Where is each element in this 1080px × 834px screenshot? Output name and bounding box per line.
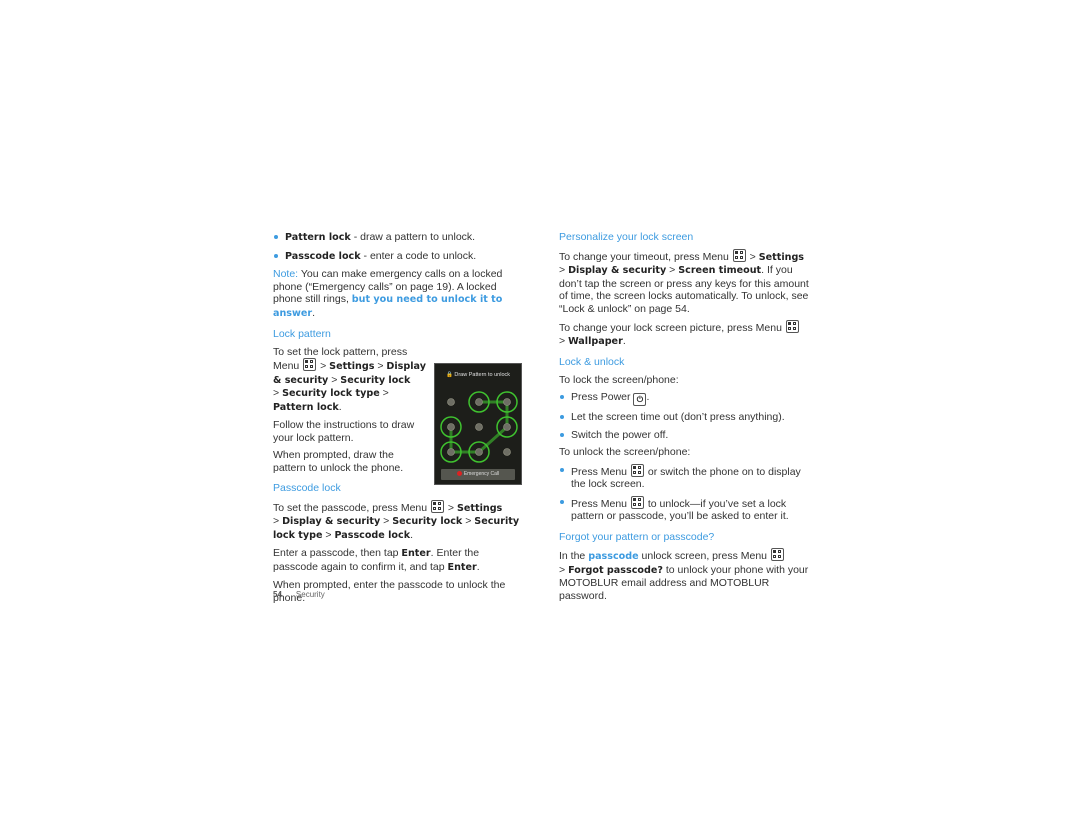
path-security-lock: Security lock — [392, 516, 463, 527]
sep: > — [374, 360, 387, 372]
bullet-passcode-lock: Passcode lock - enter a code to unlock. — [273, 250, 523, 264]
bullet-pattern-lock: Pattern lock - draw a pattern to unlock. — [273, 231, 523, 245]
text: Press Menu — [571, 497, 630, 510]
path-wallpaper: Wallpaper — [568, 335, 623, 347]
path-forgot-passcode: Forgot passcode? — [568, 564, 663, 576]
path-settings: Settings — [456, 502, 503, 514]
term: Passcode lock — [285, 250, 361, 262]
lock-pattern-instructions: Follow the instructions to draw your loc… — [273, 419, 415, 444]
text: Switch the power off. — [571, 428, 669, 441]
bullet-timeout: Let the screen time out (don’t press any… — [559, 411, 809, 424]
left-column: Pattern lock - draw a pattern to unlock.… — [273, 231, 523, 609]
text: Press Power — [571, 391, 634, 403]
path-display-security: Display & security — [282, 516, 381, 527]
term: Pattern lock — [285, 232, 351, 243]
pattern-dot — [503, 397, 511, 406]
unlock-intro: To unlock the screen/phone: — [559, 446, 691, 458]
bullet-dot — [560, 395, 564, 399]
text: Enter a passcode, then tap — [273, 547, 402, 559]
sep: > — [328, 373, 341, 386]
path-settings: Settings — [329, 361, 375, 372]
path-pattern-lock: Pattern lock — [273, 401, 339, 413]
passcode-steps: To set the passcode, press Menu > Settin… — [273, 499, 520, 541]
path-security-lock: Security lock — [340, 374, 411, 386]
pattern-dot — [447, 422, 455, 431]
text: To change your lock screen picture, pres… — [559, 322, 785, 334]
page-footer: 54 Security — [273, 589, 325, 602]
text: To set the passcode, press Menu — [273, 501, 431, 514]
passcode-enter: Enter a passcode, then tap Enter. Enter … — [273, 547, 480, 573]
menu-key-icon — [732, 248, 746, 262]
page-number: 54 — [273, 590, 282, 599]
bullet-dot — [560, 415, 564, 419]
pattern-dot — [447, 397, 455, 406]
pattern-grid — [440, 390, 518, 463]
note-paragraph: Note: You can make emergency calls on a … — [273, 268, 523, 320]
right-column: Personalize your lock screen To change y… — [559, 231, 809, 607]
sep: > — [317, 360, 330, 372]
bullet-text: - draw a pattern to unlock. — [350, 231, 476, 243]
pattern-dot — [475, 397, 483, 406]
menu-key-icon — [785, 320, 799, 333]
bullet-text: - enter a code to unlock. — [360, 249, 477, 262]
menu-key-icon — [630, 495, 644, 509]
timeout-paragraph: To change your timeout, press Menu > Set… — [559, 248, 809, 315]
lock-pattern-steps: To set the lock pattern, press Menu > Se… — [273, 345, 426, 413]
bullet-dot — [274, 235, 278, 239]
bullet-dot — [274, 253, 278, 258]
heading-lock-pattern: Lock pattern — [273, 328, 331, 340]
path-passcode-lock: Passcode lock — [334, 529, 411, 541]
lock-pattern-section: To set the lock pattern, press Menu > Se… — [273, 345, 523, 485]
heading-lock-unlock: Lock & unlock — [559, 356, 625, 368]
text: Let the screen time out (don’t press any… — [571, 411, 785, 423]
bullet-switch-off: Switch the power off. — [559, 429, 809, 442]
enter-key: Enter — [447, 561, 477, 573]
sep: > — [379, 387, 389, 399]
menu-key-icon — [431, 499, 445, 513]
bullet-dot — [560, 499, 564, 504]
menu-key-icon — [770, 548, 784, 561]
path-settings: Settings — [758, 251, 805, 263]
pattern-dot — [475, 422, 483, 431]
pattern-dot — [503, 447, 511, 456]
pattern-dot — [475, 447, 483, 456]
pattern-line — [478, 425, 508, 453]
heading-personalize: Personalize your lock screen — [559, 231, 694, 243]
enter-key: Enter — [401, 548, 431, 559]
phone-lock-screen-image: 🔒 Draw Pattern to unlock Emergency Call — [434, 362, 522, 485]
lock-pattern-prompt: When prompted, draw the pattern to unloc… — [273, 449, 404, 474]
emergency-call-button: Emergency Call — [441, 468, 515, 480]
sep: > — [273, 387, 283, 399]
punct: . — [312, 306, 316, 319]
pattern-dot — [503, 422, 511, 431]
emergency-label: Emergency Call — [463, 470, 500, 477]
bullet-press-menu: Press Menu or switch the phone on to dis… — [559, 463, 809, 491]
passcode-emphasis: passcode — [588, 551, 639, 562]
text: Press Menu — [571, 465, 630, 478]
lock-intro: To lock the screen/phone: — [559, 373, 679, 386]
text: In the — [559, 550, 589, 562]
bullet-press-menu-unlock: Press Menu to unlock—if you’ve set a loc… — [559, 495, 809, 523]
section-name: Security — [295, 590, 325, 599]
text: To change your timeout, press Menu — [559, 250, 732, 263]
bullet-dot — [560, 432, 564, 437]
wallpaper-paragraph: To change your lock screen picture, pres… — [559, 320, 809, 348]
bullet-dot — [560, 467, 564, 472]
path-security-lock-type: Security lock type — [282, 388, 380, 399]
bullet-press-power: Press Power ⏻. — [559, 391, 809, 406]
text: unlock screen, press Menu — [638, 550, 770, 562]
menu-key-icon — [630, 463, 644, 477]
menu-key-icon — [303, 358, 317, 371]
emergency-icon — [456, 470, 462, 476]
pattern-dot — [447, 447, 455, 456]
note-label: Note: — [273, 268, 299, 280]
forgot-paragraph: In the passcode unlock screen, press Men… — [559, 548, 809, 602]
heading-forgot: Forgot your pattern or passcode? — [559, 530, 715, 543]
power-key-icon: ⏻ — [633, 393, 647, 406]
path-screen-timeout: Screen timeout — [678, 265, 762, 276]
path-display-security: Display & security — [568, 265, 667, 276]
